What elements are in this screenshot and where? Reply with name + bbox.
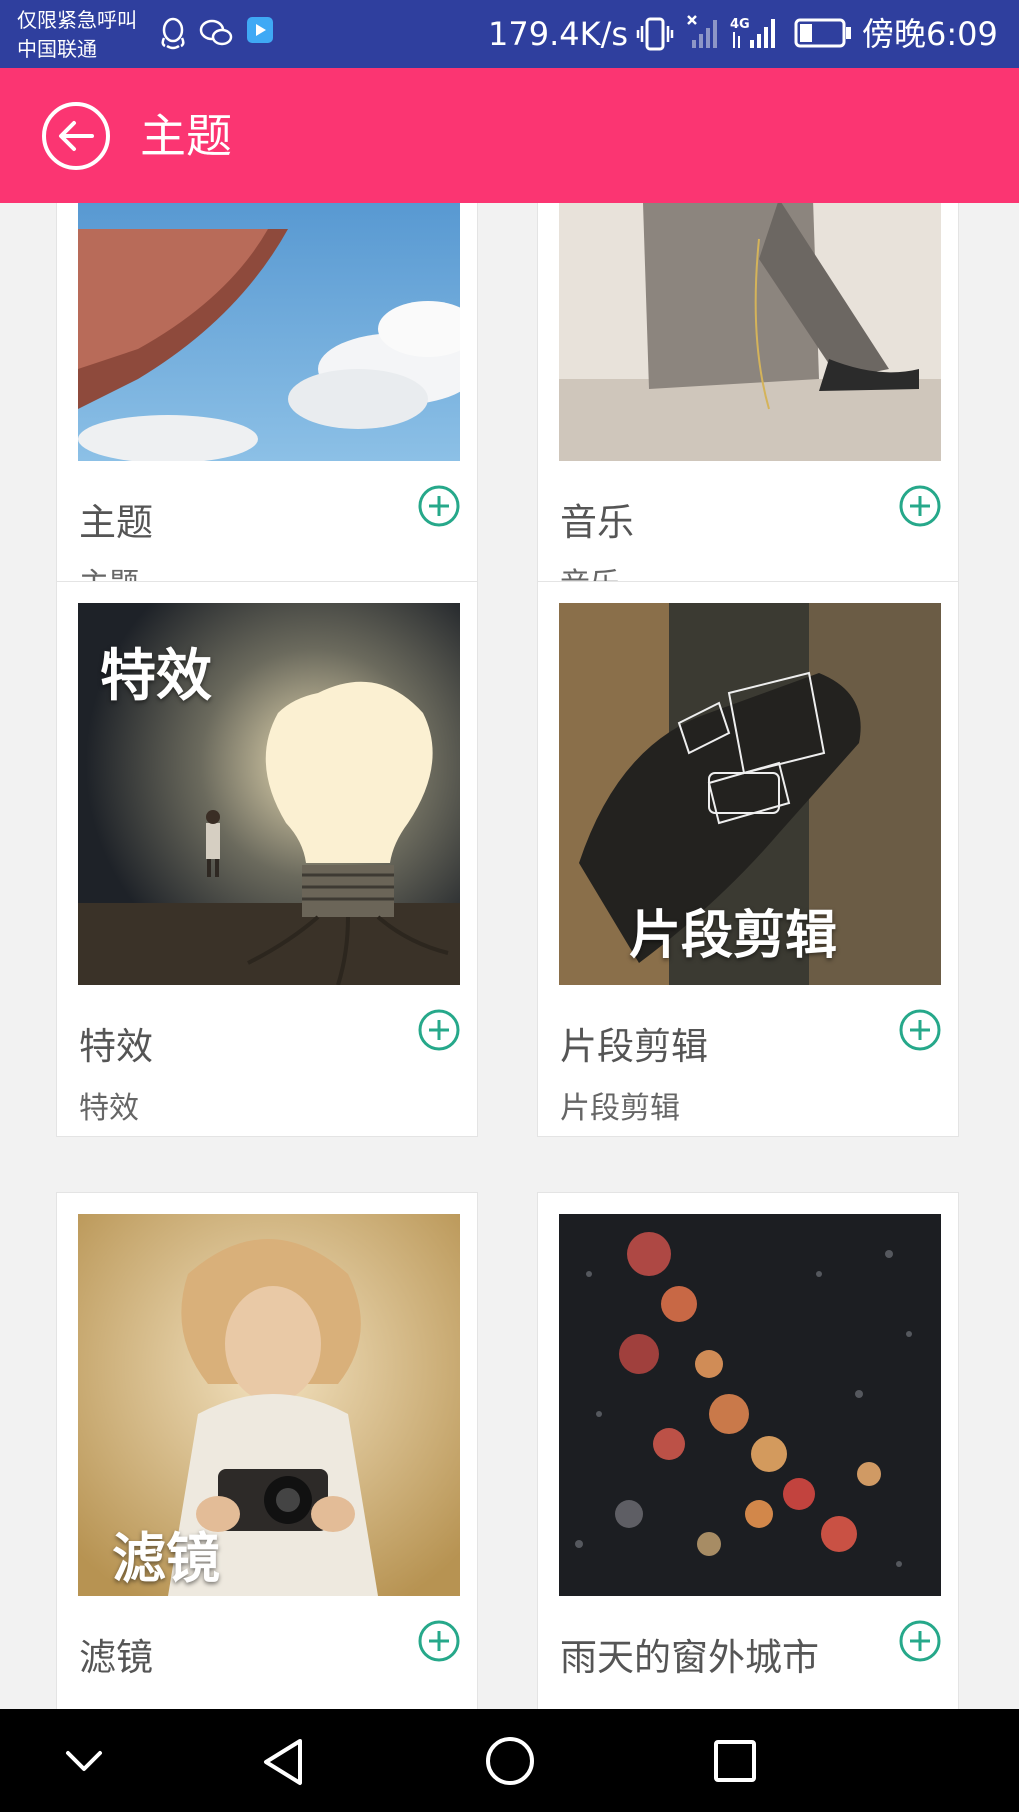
image-overlay-text: 片段剪辑 [629, 906, 838, 966]
carrier-line-2: 中国联通 [17, 37, 97, 61]
card-image [78, 203, 460, 461]
theme-card[interactable]: 主题 主题 [56, 203, 478, 613]
card-title: 音乐 [560, 501, 634, 544]
card-title: 滤镜 [79, 1636, 153, 1679]
add-circle-icon[interactable] [417, 1008, 461, 1052]
add-circle-icon[interactable] [898, 1008, 942, 1052]
network-speed: 179.4K/s [488, 15, 629, 53]
carrier-info: 仅限紧急呼叫 中国联通 [17, 6, 137, 64]
theme-card[interactable]: 雨天的窗外城市 [537, 1192, 959, 1709]
clock: 傍晚6:09 [862, 15, 998, 53]
add-circle-icon[interactable] [417, 1619, 461, 1663]
qq-icon [161, 17, 185, 50]
theme-card[interactable]: 滤镜 滤镜 [56, 1192, 478, 1709]
theme-card[interactable]: 音乐 音乐 [537, 203, 959, 613]
card-title: 特效 [79, 1025, 153, 1068]
card-subtitle: 特效 [79, 1091, 139, 1126]
theme-grid: 主题 主题 音乐 音乐 [0, 203, 1019, 1709]
add-circle-icon[interactable] [417, 484, 461, 528]
card-image [559, 1214, 941, 1596]
image-overlay-text: 特效 [100, 644, 212, 709]
status-bar: 仅限紧急呼叫 中国联通 179.4K/s 4G 傍晚6:09 [0, 0, 1019, 68]
card-subtitle: 片段剪辑 [560, 1091, 680, 1126]
back-icon[interactable] [260, 1737, 306, 1787]
card-title: 雨天的窗外城市 [560, 1636, 819, 1679]
card-image: 片段剪辑 [559, 603, 941, 985]
svg-text:4G: 4G [730, 17, 750, 32]
page-title: 主题 [140, 109, 232, 163]
add-circle-icon[interactable] [898, 1619, 942, 1663]
navigation-bar [0, 1709, 1019, 1812]
video-icon [247, 17, 273, 43]
back-arrow-icon[interactable] [40, 100, 112, 172]
carrier-line-1: 仅限紧急呼叫 [17, 8, 137, 32]
4g-signal-icon: 4G [730, 17, 775, 48]
card-image: 特效 [78, 603, 460, 985]
theme-card[interactable]: 片段剪辑 片段剪辑 片段剪辑 [537, 581, 959, 1137]
collapse-icon[interactable] [64, 1743, 104, 1779]
image-overlay-text: 滤镜 [112, 1527, 220, 1590]
card-image: 滤镜 [78, 1214, 460, 1596]
card-image [559, 203, 941, 461]
add-circle-icon[interactable] [898, 484, 942, 528]
home-icon[interactable] [484, 1735, 536, 1787]
rainy-window-photo [559, 1214, 941, 1596]
sneakers-photo [559, 203, 941, 461]
signal-off-icon [687, 15, 717, 48]
recents-icon[interactable] [713, 1739, 757, 1783]
app-bar: 主题 [0, 68, 1019, 203]
battery-icon [794, 18, 851, 48]
wechat-icon [199, 19, 233, 46]
card-title: 主题 [79, 501, 153, 544]
vibrate-icon [636, 17, 674, 51]
card-title: 片段剪辑 [560, 1025, 708, 1068]
sky-hand-photo [78, 203, 460, 461]
theme-card[interactable]: 特效 特效 特效 [56, 581, 478, 1137]
